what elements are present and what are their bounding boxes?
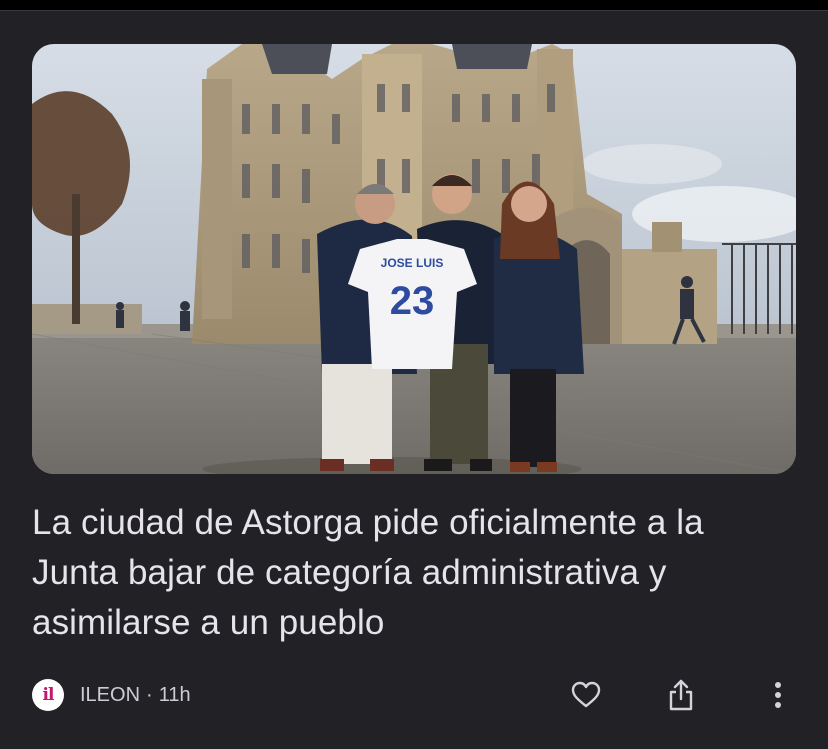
more-vert-icon bbox=[775, 682, 781, 708]
heart-outline-icon bbox=[571, 681, 601, 708]
more-options-button[interactable] bbox=[758, 675, 798, 715]
shirt-name: JOSE LUIS bbox=[381, 256, 444, 270]
news-card[interactable]: JOSE LUIS 23 La ciudad de Astorga pide o… bbox=[0, 10, 828, 749]
source-logo: il bbox=[32, 679, 64, 711]
shirt-number: 23 bbox=[390, 279, 435, 323]
share-icon bbox=[669, 679, 693, 711]
like-button[interactable] bbox=[566, 675, 606, 715]
meta-separator: · bbox=[146, 684, 153, 706]
share-button[interactable] bbox=[661, 675, 701, 715]
source-info: ILEON · 11h bbox=[80, 684, 191, 707]
article-headline[interactable]: La ciudad de Astorga pide oficialmente a… bbox=[32, 498, 792, 648]
time-ago: 11h bbox=[158, 684, 191, 706]
article-image[interactable]: JOSE LUIS 23 bbox=[32, 44, 796, 474]
article-meta: il ILEON · 11h bbox=[32, 675, 796, 715]
source-name: ILEON bbox=[80, 684, 141, 706]
